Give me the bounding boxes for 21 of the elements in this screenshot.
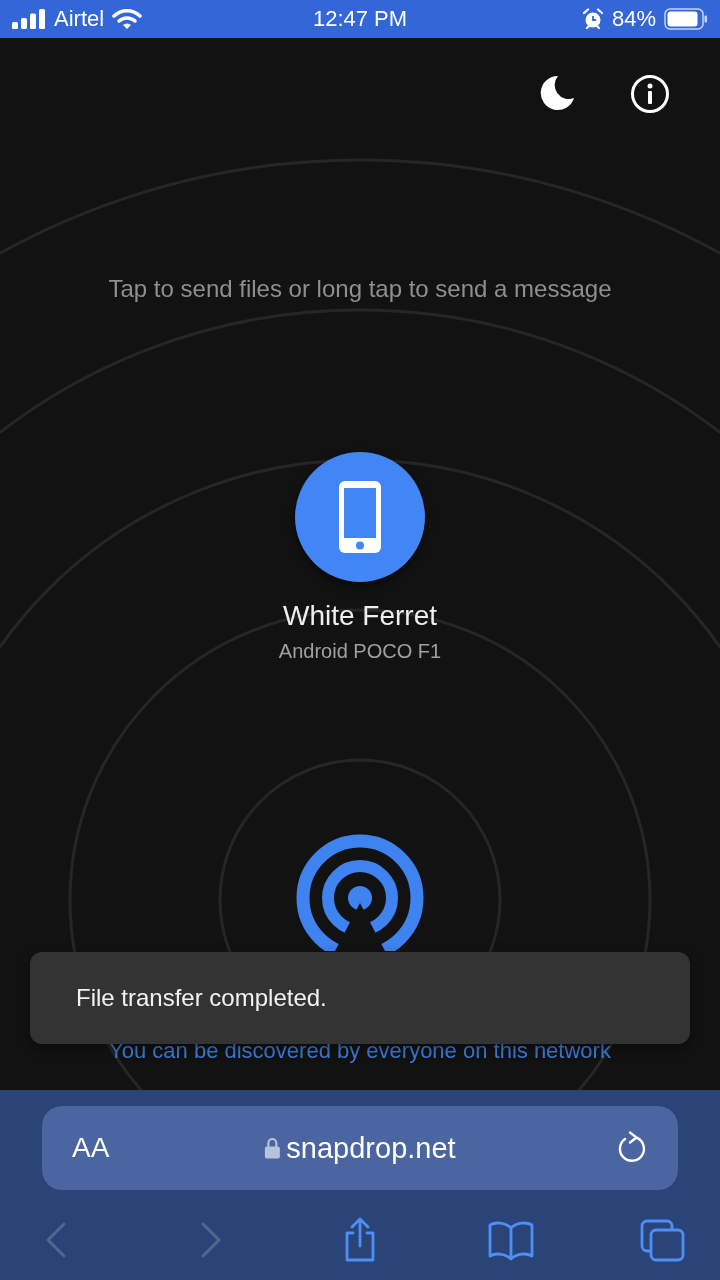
info-icon[interactable] <box>630 74 670 114</box>
alarm-clock-icon <box>581 8 604 30</box>
text-size-button[interactable]: AA <box>72 1132 110 1164</box>
carrier-name: Airtel <box>54 6 105 32</box>
wifi-icon <box>112 8 143 30</box>
peer-device-model: Android POCO F1 <box>278 640 442 663</box>
moon-icon[interactable] <box>538 74 576 112</box>
reload-icon[interactable] <box>616 1131 648 1165</box>
address-bar[interactable]: AA snapdrop.net <box>42 1106 678 1190</box>
clock-time: 12:47 PM <box>312 6 408 32</box>
discoverable-text: You can be discovered by everyone on this network <box>109 1038 611 1064</box>
url-text: snapdrop.net <box>286 1131 456 1165</box>
instruction-text: Tap to send files or long tap to send a message <box>108 275 612 303</box>
signal-icon <box>12 9 46 29</box>
battery-icon <box>664 8 708 30</box>
battery-percentage: 84% <box>611 6 656 32</box>
toast-message: File transfer completed. <box>76 984 327 1012</box>
phone-icon <box>337 479 383 555</box>
lock-icon <box>264 1137 281 1159</box>
broadcast-icon <box>295 833 425 951</box>
peer-name: White Ferret <box>282 600 437 632</box>
